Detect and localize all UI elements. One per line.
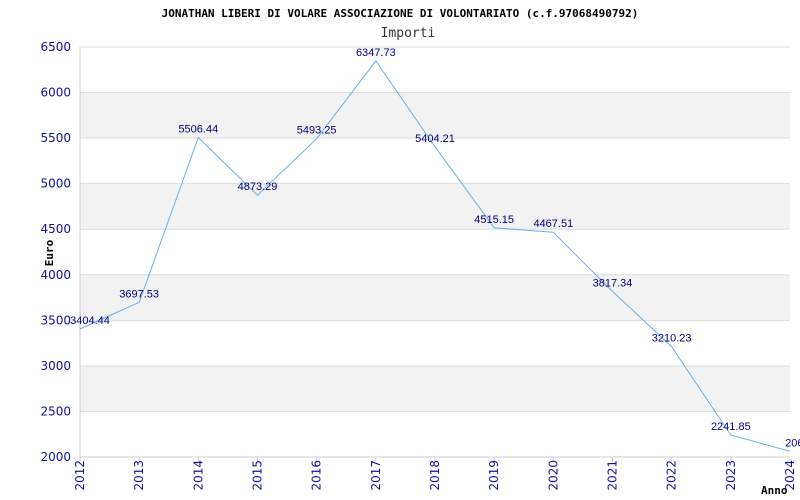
data-label: 6347.73 bbox=[356, 47, 396, 59]
data-label: 5404.21 bbox=[415, 133, 455, 145]
line-chart: 2000 2500 3000 3500 4000 4500 5000 5500 6000 6500… bbox=[40, 7, 800, 497]
x-tick-label: 2016 bbox=[310, 460, 324, 491]
data-label: 5493.25 bbox=[297, 125, 337, 137]
y-tick-label: 2000 bbox=[40, 450, 71, 464]
x-tick-label: 2021 bbox=[606, 460, 620, 491]
chart-title: JONATHAN LIBERI DI VOLARE ASSOCIAZIONE D… bbox=[162, 7, 639, 20]
x-tick-label: 2015 bbox=[251, 460, 265, 491]
data-label: 2062.7 bbox=[785, 437, 800, 449]
x-tick-label: 2020 bbox=[546, 460, 560, 491]
x-tick-label: 2018 bbox=[428, 460, 442, 491]
x-tick-label: 2023 bbox=[724, 460, 738, 491]
x-tick-label: 2019 bbox=[487, 460, 501, 491]
y-tick-label: 6000 bbox=[40, 86, 71, 100]
data-label: 4467.51 bbox=[533, 218, 573, 230]
data-label: 3210.23 bbox=[652, 333, 692, 345]
x-tick-label: 2014 bbox=[191, 460, 205, 491]
x-axis-ticks: 2012 2013 2014 2015 2016 2017 2018 2019 2020 2021… bbox=[73, 460, 797, 491]
data-label: 3697.53 bbox=[119, 288, 159, 300]
grid-band bbox=[80, 274, 790, 321]
y-tick-label: 4500 bbox=[40, 222, 71, 236]
y-tick-label: 4000 bbox=[40, 268, 71, 282]
grid-band bbox=[80, 365, 790, 412]
x-tick-label: 2017 bbox=[369, 460, 383, 491]
data-label: 4873.29 bbox=[238, 181, 278, 193]
x-tick-label: 2013 bbox=[132, 460, 146, 491]
chart-subtitle: Importi bbox=[381, 26, 436, 41]
x-axis-label: Anno bbox=[761, 484, 788, 497]
y-tick-label: 3500 bbox=[40, 313, 71, 327]
x-tick-label: 2022 bbox=[665, 460, 679, 491]
y-tick-label: 3000 bbox=[40, 359, 71, 373]
grid-band bbox=[80, 183, 790, 230]
data-label: 4515.15 bbox=[474, 214, 514, 226]
x-tick-label: 2012 bbox=[73, 460, 87, 491]
y-tick-label: 5000 bbox=[40, 177, 71, 191]
y-axis-label: Euro bbox=[43, 239, 56, 266]
data-label: 2241.85 bbox=[711, 421, 751, 433]
data-label: 3817.34 bbox=[593, 277, 633, 289]
data-label: 3404.44 bbox=[70, 315, 110, 327]
y-tick-label: 6500 bbox=[40, 40, 71, 54]
y-tick-label: 2500 bbox=[40, 404, 71, 418]
y-tick-label: 5500 bbox=[40, 131, 71, 145]
data-label: 5506.44 bbox=[178, 124, 218, 136]
